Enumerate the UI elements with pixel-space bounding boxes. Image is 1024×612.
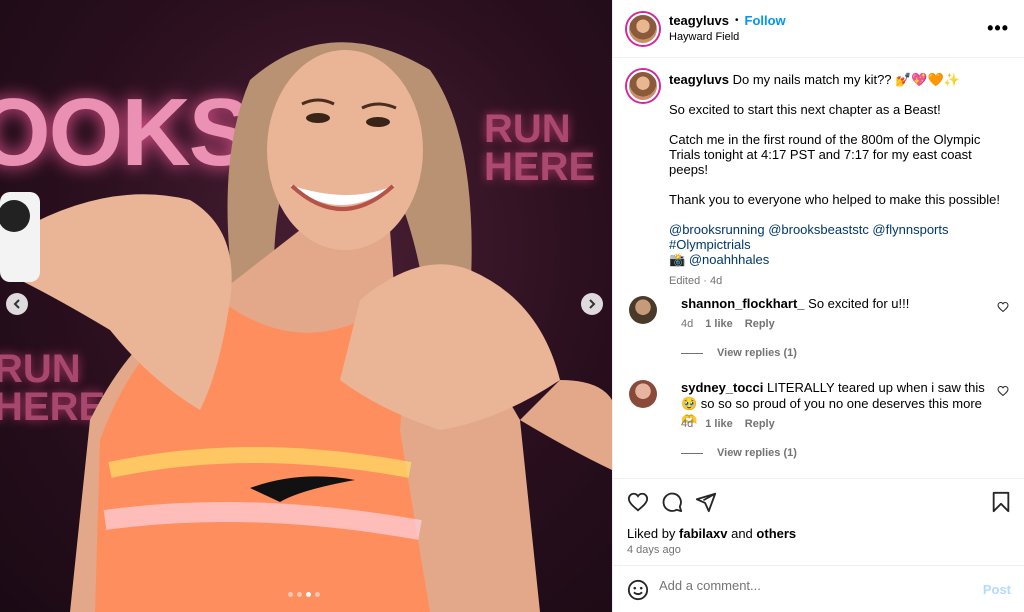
post-sidebar: teagyluvs • Follow Hayward Field ••• tea… [612, 0, 1024, 612]
carousel-dot-active [306, 592, 311, 597]
caption-username[interactable]: teagyluvs [669, 72, 729, 87]
comment-body: So excited for u!!! [808, 296, 910, 311]
commenter-avatar[interactable] [629, 296, 657, 324]
replies-divider [681, 352, 703, 354]
commenter-username[interactable]: sydney_tocci [681, 380, 763, 395]
post-comment-button[interactable]: Post [983, 582, 1011, 597]
post-timestamp: 4 days ago [627, 544, 681, 556]
caption-avatar[interactable] [627, 70, 659, 102]
replies-divider [681, 452, 703, 454]
liked-prefix: Liked by [627, 526, 676, 541]
camera-emoji: 📸 [669, 252, 686, 267]
comment-likes[interactable]: 1 like [705, 418, 733, 430]
liked-by: Liked by fabilaxv and others [627, 526, 796, 541]
share-icon[interactable] [695, 491, 717, 513]
reply-button[interactable]: Reply [745, 418, 775, 430]
emoji-icon[interactable] [627, 579, 649, 601]
follow-button[interactable]: Follow [745, 13, 786, 28]
post-viewer: OOKS RUN HERE RUN HERE teagyluvs • Follo… [0, 0, 1024, 612]
reply-button[interactable]: Reply [745, 318, 775, 330]
comment-meta: 4d 1 like Reply [681, 418, 775, 430]
carousel-dot [315, 592, 320, 597]
view-replies-button[interactable]: View replies (1) [681, 347, 797, 359]
more-options-icon[interactable]: ••• [987, 18, 1009, 39]
comment-meta: 4d 1 like Reply [681, 318, 775, 330]
edited-timestamp: Edited · 4d [669, 275, 723, 287]
comment-age: 4d [681, 318, 694, 330]
view-replies-label: View replies (1) [717, 347, 797, 359]
liked-user[interactable]: fabilaxv [679, 526, 727, 541]
comment-text: shannon_flockhart_ So excited for u!!! [681, 296, 999, 312]
bookmark-icon[interactable] [991, 491, 1011, 513]
view-replies-button[interactable]: View replies (1) [681, 447, 797, 459]
heart-icon[interactable] [627, 491, 649, 513]
caption-line-4: Thank you to everyone who helped to make… [669, 192, 1000, 207]
add-comment-bar: Post [613, 565, 1024, 612]
comment-age: 4d [681, 418, 694, 430]
commenter-avatar[interactable] [629, 380, 657, 408]
caption-line-1: Do my nails match my kit?? 💅💖🧡✨ [732, 72, 960, 87]
comment-like-heart-icon[interactable] [997, 385, 1009, 397]
liked-others[interactable]: others [756, 526, 796, 541]
caption-line-2: So excited to start this next chapter as… [669, 102, 941, 117]
comment-input[interactable] [659, 578, 959, 593]
author-avatar[interactable] [627, 13, 659, 45]
author-username[interactable]: teagyluvs [669, 13, 729, 28]
post-location[interactable]: Hayward Field [669, 31, 739, 43]
chevron-left-icon[interactable] [6, 293, 28, 315]
caption-hashtag[interactable]: #Olympictrials [669, 237, 751, 252]
liked-and: and [731, 526, 753, 541]
photographer-mention[interactable]: @noahhhales [689, 252, 769, 267]
separator-dot: • [734, 15, 739, 26]
commenter-username[interactable]: shannon_flockhart_ [681, 296, 805, 311]
post-photo[interactable]: OOKS RUN HERE RUN HERE [0, 0, 612, 612]
carousel-dot [288, 592, 293, 597]
carousel-dot [297, 592, 302, 597]
comment-item: sydney_tocci LITERALLY teared up when i … [629, 380, 1009, 464]
comment-likes[interactable]: 1 like [705, 318, 733, 330]
comment-icon[interactable] [661, 491, 683, 513]
caption-mentions[interactable]: @brooksrunning @brooksbeaststc @flynnspo… [669, 222, 949, 237]
caption-line-3: Catch me in the first round of the 800m … [669, 132, 981, 177]
comment-like-heart-icon[interactable] [997, 301, 1009, 313]
athlete-figure [0, 42, 612, 612]
comment-item: shannon_flockhart_ So excited for u!!! 4… [629, 296, 1009, 366]
chevron-right-icon[interactable] [581, 293, 603, 315]
post-caption: teagyluvs Do my nails match my kit?? 💅💖🧡… [669, 72, 1009, 304]
post-header: teagyluvs • Follow Hayward Field ••• [613, 0, 1024, 58]
view-replies-label: View replies (1) [717, 447, 797, 459]
carousel-dots [288, 592, 320, 597]
